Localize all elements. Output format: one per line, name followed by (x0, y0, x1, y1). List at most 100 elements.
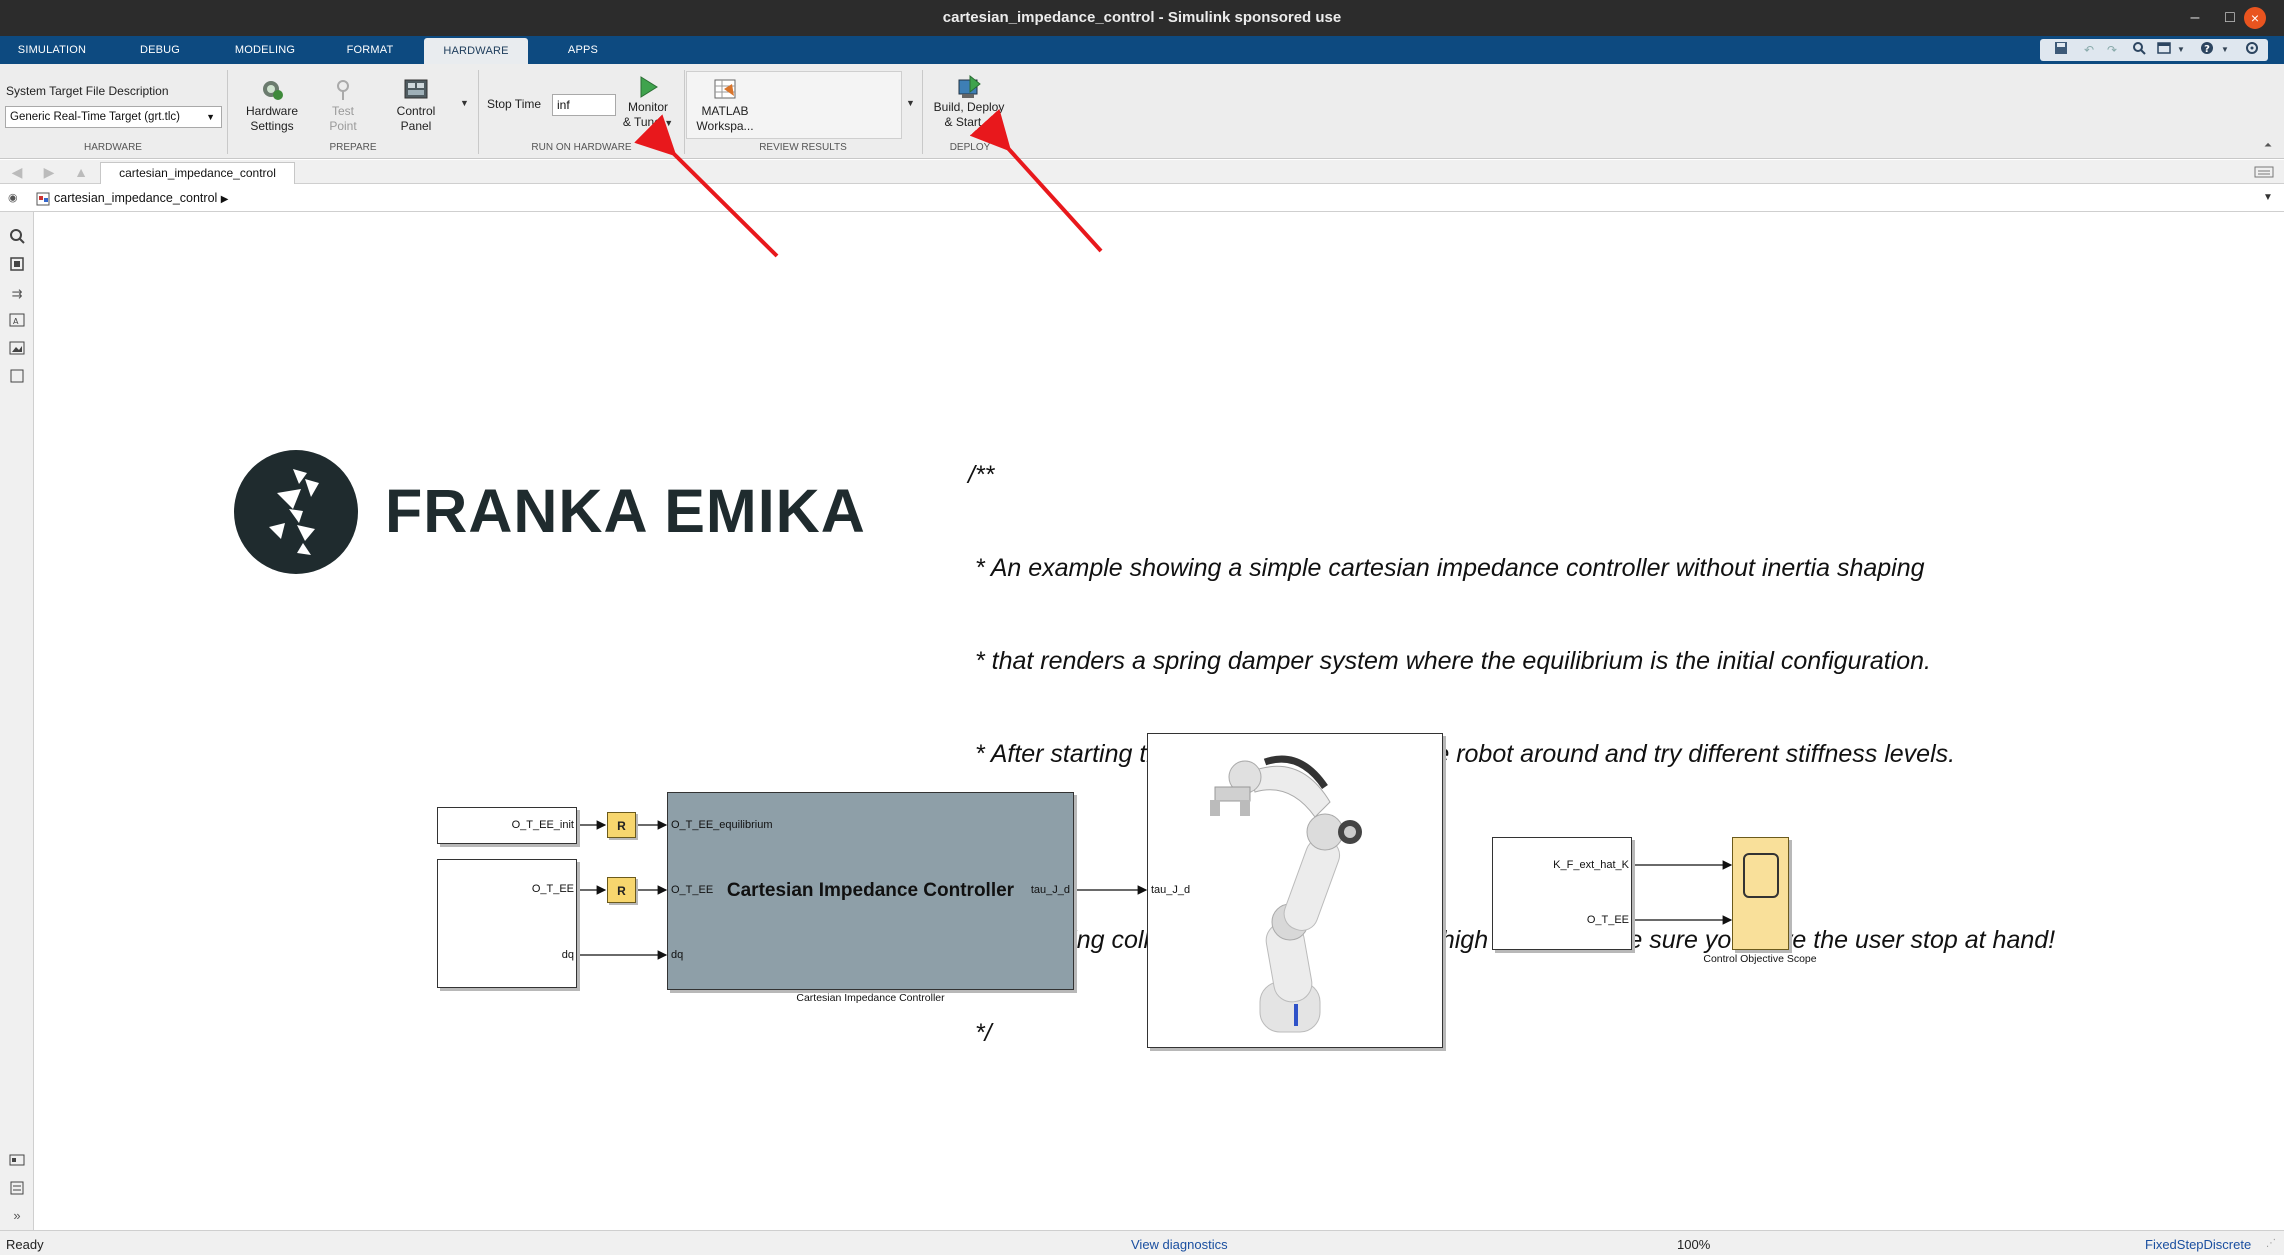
tab-simulation[interactable]: SIMULATION (6, 36, 98, 64)
window-layout-icon[interactable] (2155, 41, 2173, 59)
chevron-down-icon: ▼ (664, 118, 674, 128)
minimize-button[interactable]: – (2180, 0, 2210, 36)
hardware-settings-button[interactable]: Hardware Settings (232, 78, 312, 134)
robot-state-block[interactable] (437, 859, 577, 988)
tab-format[interactable]: FORMAT (330, 36, 410, 64)
controller-block-caption: Cartesian Impedance Controller (796, 992, 945, 1004)
redo-icon[interactable]: ↷ (2103, 41, 2121, 59)
monitor-tune-label-1: Monitor (627, 100, 668, 114)
review-gallery-expand[interactable]: ▼ (906, 98, 915, 108)
comment-line: /** (968, 461, 995, 489)
tab-apps[interactable]: APPS (548, 36, 618, 64)
svg-text:A: A (13, 317, 19, 326)
run-icon (635, 74, 661, 98)
chevron-down-icon[interactable]: ▼ (2263, 192, 2273, 203)
collapse-ribbon-icon[interactable]: ⏶ (2264, 140, 2272, 151)
control-panel-button[interactable]: Control Panel (380, 78, 452, 134)
solver-link[interactable]: FixedStepDiscrete (2145, 1237, 2251, 1252)
test-point-button[interactable]: Test Point (318, 78, 368, 134)
help-icon[interactable]: ? (2198, 41, 2216, 59)
build-deploy-start-button[interactable]: Build, Deploy & Start ▼ (926, 74, 1012, 131)
resize-grip-icon[interactable]: ⋰ (2266, 1238, 2276, 1249)
build-deploy-label-1: Build, Deploy (933, 100, 1005, 114)
matlab-workspace-icon (712, 78, 738, 102)
section-label-deploy: DEPLOY (949, 142, 991, 153)
settings-icon[interactable] (2243, 41, 2261, 59)
section-label-hardware: HARDWARE (84, 142, 142, 153)
objective-signals-block[interactable] (1492, 837, 1632, 950)
breadcrumb[interactable]: cartesian_impedance_control ▶ (54, 191, 228, 205)
area-icon[interactable] (7, 368, 27, 388)
expand-palette-icon[interactable]: » (7, 1206, 27, 1226)
monitor-tune-button[interactable]: Monitor & Tune ▼ (618, 74, 678, 131)
scope-caption: Control Objective Scope (1703, 953, 1817, 965)
port-label: O_T_EE_equilibrium (671, 819, 773, 831)
breadcrumb-item[interactable]: cartesian_impedance_control (54, 191, 217, 205)
build-deploy-icon (956, 74, 982, 98)
port-label: O_T_EE (531, 883, 574, 895)
hide-browser-icon[interactable]: ◉ (8, 191, 18, 204)
chevron-right-icon: ▶ (220, 194, 229, 205)
stop-time-input[interactable] (552, 94, 616, 116)
port-label: O_T_EE_init (511, 819, 574, 831)
view-diagnostics-link[interactable]: View diagnostics (1131, 1237, 1228, 1252)
section-label-prepare: PREPARE (329, 142, 377, 153)
window-title: cartesian_impedance_control - Simulink s… (0, 0, 2284, 36)
monitor-tune-label-2: & Tune (622, 115, 661, 129)
build-deploy-label-2: & Start (944, 115, 982, 129)
comment-line: * that renders a spring damper system wh… (968, 647, 1931, 675)
zoom-icon[interactable] (7, 228, 27, 248)
back-icon[interactable]: ◀ (6, 163, 28, 181)
prepare-gallery-expand[interactable]: ▼ (460, 98, 469, 108)
hardware-settings-icon (259, 78, 285, 102)
section-label-review-results: REVIEW RESULTS (759, 142, 847, 153)
fit-to-view-icon[interactable] (7, 256, 27, 276)
port-label: tau_J_d (1151, 884, 1191, 896)
port-label: dq (561, 949, 574, 961)
franka-emika-logo-text: FRANKA EMIKA (385, 477, 866, 545)
tool-palette (0, 212, 34, 1230)
zoom-level: 100% (1677, 1237, 1711, 1252)
chevron-down-icon[interactable]: ▼ (2172, 41, 2190, 59)
hardware-settings-label-1: Hardware (245, 104, 299, 118)
system-target-file-value: Generic Real-Time Target (grt.tlc) (10, 111, 180, 123)
rate-transition-block[interactable]: R (607, 812, 636, 838)
maximize-button[interactable]: □ (2215, 0, 2245, 36)
undo-icon[interactable]: ↶ (2080, 41, 2098, 59)
test-point-icon (330, 78, 356, 102)
tab-modeling[interactable]: MODELING (220, 36, 310, 64)
model-browser-icon[interactable] (7, 1152, 27, 1172)
control-panel-icon (403, 78, 429, 102)
model-icon (36, 192, 50, 206)
address-bar (0, 185, 2284, 212)
save-icon[interactable] (2052, 41, 2070, 59)
chevron-down-icon: ▼ (984, 118, 994, 128)
rate-transition-block[interactable]: R (607, 877, 636, 903)
franka-emika-logo-icon (233, 449, 359, 575)
system-target-file-select[interactable]: Generic Real-Time Target (grt.tlc) ▼ (5, 106, 222, 128)
property-inspector-icon[interactable] (7, 1180, 27, 1200)
model-tab[interactable]: cartesian_impedance_control (100, 162, 295, 184)
tab-hardware[interactable]: HARDWARE (424, 38, 528, 64)
test-point-label-1: Test (331, 104, 354, 118)
up-icon[interactable]: ▲ (70, 163, 92, 181)
port-label: tau_J_d (1030, 884, 1070, 896)
hardware-settings-label-2: Settings (250, 119, 294, 133)
forward-icon[interactable]: ▶ (38, 163, 60, 181)
signal-routing-icon[interactable]: ⇉ (7, 284, 27, 304)
tab-debug[interactable]: DEBUG (120, 36, 200, 64)
matlab-workspace-label-2: Workspa... (696, 119, 754, 133)
matlab-workspace-label-1: MATLAB (701, 104, 749, 118)
keyboard-icon[interactable] (2254, 164, 2274, 180)
matlab-workspace-button[interactable]: MATLAB Workspa... (690, 78, 760, 134)
svg-text:?: ? (2204, 44, 2210, 55)
image-icon[interactable] (7, 340, 27, 360)
close-button[interactable]: × (2244, 7, 2266, 29)
chevron-down-icon[interactable]: ▼ (2216, 41, 2234, 59)
section-label-run-on-hardware: RUN ON HARDWARE (531, 142, 632, 153)
search-icon[interactable] (2130, 41, 2148, 59)
test-point-label-2: Point (329, 119, 357, 133)
port-label: O_T_EE (671, 884, 714, 896)
annotation-icon[interactable]: A (7, 312, 27, 332)
control-panel-label-1: Control (396, 104, 436, 118)
